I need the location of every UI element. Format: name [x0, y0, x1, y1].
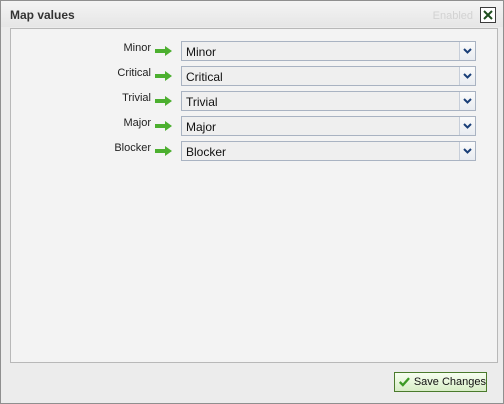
dropdown-button[interactable] — [459, 142, 475, 160]
mapping-row: Blocker Blocker — [11, 139, 497, 163]
source-value-label: Trivial — [122, 92, 151, 104]
close-button[interactable] — [480, 7, 496, 23]
selected-value: Critical — [186, 70, 223, 84]
dialog-footer: Save Changes — [1, 363, 503, 403]
mapping-row: Critical Critical — [11, 64, 497, 88]
source-value-label: Critical — [117, 67, 151, 79]
source-value-label: Blocker — [114, 142, 151, 154]
right-arrow-icon — [155, 96, 172, 106]
chevron-down-icon — [463, 73, 472, 79]
chevron-down-icon — [463, 48, 472, 54]
dropdown-button[interactable] — [459, 92, 475, 110]
close-icon — [483, 10, 493, 20]
checkmark-icon — [399, 377, 410, 387]
right-arrow-icon — [155, 146, 172, 156]
selected-value: Trivial — [186, 95, 218, 109]
save-changes-label: Save Changes — [413, 376, 486, 388]
chevron-down-icon — [463, 123, 472, 129]
mapping-row: Major Major — [11, 114, 497, 138]
dropdown-button[interactable] — [459, 42, 475, 60]
target-value-select[interactable]: Blocker — [181, 141, 476, 161]
right-arrow-icon — [155, 46, 172, 56]
mapping-row: Minor Minor — [11, 39, 497, 63]
selected-value: Major — [186, 120, 217, 134]
target-value-select[interactable]: Minor — [181, 41, 476, 61]
selected-value: Blocker — [186, 145, 227, 159]
right-arrow-icon — [155, 121, 172, 131]
mapping-row: Trivial Trivial — [11, 89, 497, 113]
target-value-select[interactable]: Trivial — [181, 91, 476, 111]
selected-value: Minor — [186, 45, 217, 59]
right-arrow-icon — [155, 71, 172, 81]
dialog-title: Map values — [10, 8, 75, 22]
mapping-panel: Minor Minor Critical Critical Trivial Tr… — [10, 28, 498, 363]
target-value-select[interactable]: Critical — [181, 66, 476, 86]
source-value-label: Major — [123, 117, 151, 129]
dropdown-button[interactable] — [459, 67, 475, 85]
enabled-status: Enabled — [432, 10, 473, 22]
chevron-down-icon — [463, 148, 472, 154]
dropdown-button[interactable] — [459, 117, 475, 135]
save-changes-button[interactable]: Save Changes — [394, 372, 487, 392]
dialog-titlebar: Map values Enabled — [1, 1, 503, 27]
chevron-down-icon — [463, 98, 472, 104]
target-value-select[interactable]: Major — [181, 116, 476, 136]
map-values-dialog: Map values Enabled Minor Minor Critical … — [0, 0, 504, 404]
source-value-label: Minor — [123, 42, 151, 54]
